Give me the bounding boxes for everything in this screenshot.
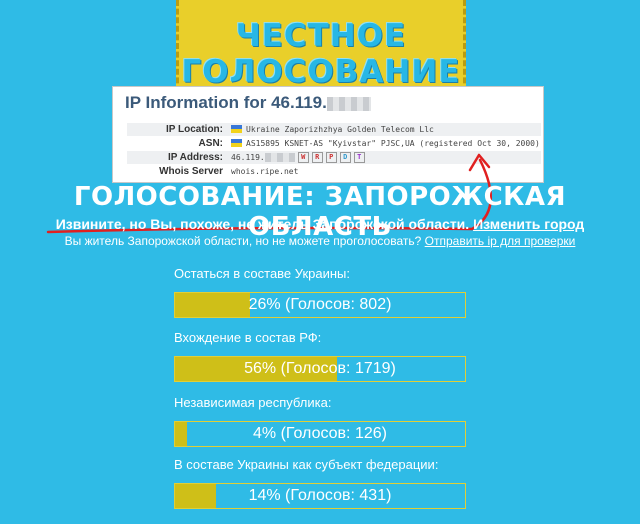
poll-result-text: 14% (Голосов: 431) (248, 487, 392, 504)
ip-location-text: Ukraine Zaporizhzhya Golden Telecom Llc (246, 125, 434, 134)
ip-row-label: IP Location: (165, 124, 223, 135)
ip-row-label: ASN: (198, 138, 223, 149)
region-notice-text: Извините, но Вы, похоже, не житель Запор… (55, 216, 470, 232)
banner-line-1: ЧЕСТНОЕ (235, 18, 407, 54)
verification-note: Вы житель Запорожской области, но не мож… (0, 234, 640, 248)
title-banner: ЧЕСТНОЕ ГОЛОСОВАНИЕ (176, 0, 466, 92)
poll-result-text: 26% (Голосов: 802) (248, 296, 392, 313)
ip-row-asn: ASN: AS15895 KSNET-AS "Kyivstar" PJSC,UA… (127, 137, 541, 151)
poll-option-label: В составе Украины как субъект федерации: (174, 457, 439, 472)
ukraine-flag-icon (231, 125, 242, 133)
ip-row-value: AS15895 KSNET-AS "Kyivstar" PJSC,UA (reg… (231, 137, 540, 150)
poll-option-label: Независимая республика: (174, 395, 332, 410)
poll-option: Остаться в составе Украины: 26% (Голосов… (174, 266, 468, 318)
change-city-link[interactable]: Изменить город (473, 216, 584, 232)
asn-text: AS15895 KSNET-AS "Kyivstar" PJSC,UA (reg… (246, 139, 540, 148)
poll-option-label: Остаться в составе Украины: (174, 266, 350, 281)
whois-server-text: whois.ripe.net (231, 167, 299, 176)
poll-result-bar: 56% (Голосов: 1719) (174, 356, 466, 382)
poll-result-bar: 26% (Голосов: 802) (174, 292, 466, 318)
poll-option: Независимая республика: 4% (Голосов: 126… (174, 395, 468, 447)
ip-row-value: Ukraine Zaporizhzhya Golden Telecom Llc (231, 123, 434, 136)
ip-row-whois: Whois Server whois.ripe.net (127, 165, 541, 179)
ip-row-label: Whois Server (159, 166, 223, 177)
ip-address-text: 46.119. (231, 153, 265, 162)
whois-tag-t[interactable]: T (353, 152, 365, 163)
poll-result-text: 56% (Голосов: 1719) (244, 360, 396, 377)
poll-option: Вхождение в состав РФ: 56% (Голосов: 171… (174, 330, 468, 382)
whois-tag-p[interactable]: P (325, 152, 337, 163)
poll-result-bar: 4% (Голосов: 126) (174, 421, 466, 447)
send-ip-link[interactable]: Отправить ip для проверки (425, 234, 576, 248)
poll-option: В составе Украины как субъект федерации:… (174, 457, 468, 509)
region-notice: Извините, но Вы, похоже, не житель Запор… (0, 216, 640, 232)
redacted-ip-blur (264, 153, 295, 162)
whois-tag-w[interactable]: W (297, 152, 309, 163)
poll-option-label: Вхождение в состав РФ: (174, 330, 322, 345)
ip-row-address: IP Address: 46.119. W R P D T (127, 151, 541, 165)
ip-row-location: IP Location: Ukraine Zaporizhzhya Golden… (127, 123, 541, 137)
page-title: ГОЛОСОВАНИЕ: ЗАПОРОЖСКАЯ ОБЛАСТЬ (73, 182, 567, 242)
ip-info-table: IP Location: Ukraine Zaporizhzhya Golden… (127, 123, 541, 179)
redacted-ip-blur (326, 96, 371, 111)
ip-information-panel: IP Information for 46.119. IP Location: … (112, 86, 544, 183)
whois-tag-r[interactable]: R (311, 152, 323, 163)
ip-row-label: IP Address: (167, 152, 223, 163)
verification-note-text: Вы житель Запорожской области, но не мож… (64, 234, 422, 248)
poll-result-bar: 14% (Голосов: 431) (174, 483, 466, 509)
poll-result-text: 4% (Голосов: 126) (253, 425, 387, 442)
ip-info-title-text: IP Information for 46.119. (125, 93, 327, 112)
whois-tag-d[interactable]: D (339, 152, 351, 163)
ip-row-value: 46.119. W R P D T (231, 151, 365, 164)
banner-line-2: ГОЛОСОВАНИЕ (181, 54, 461, 90)
ukraine-flag-icon (231, 139, 242, 147)
ip-info-title: IP Information for 46.119. (125, 93, 371, 113)
